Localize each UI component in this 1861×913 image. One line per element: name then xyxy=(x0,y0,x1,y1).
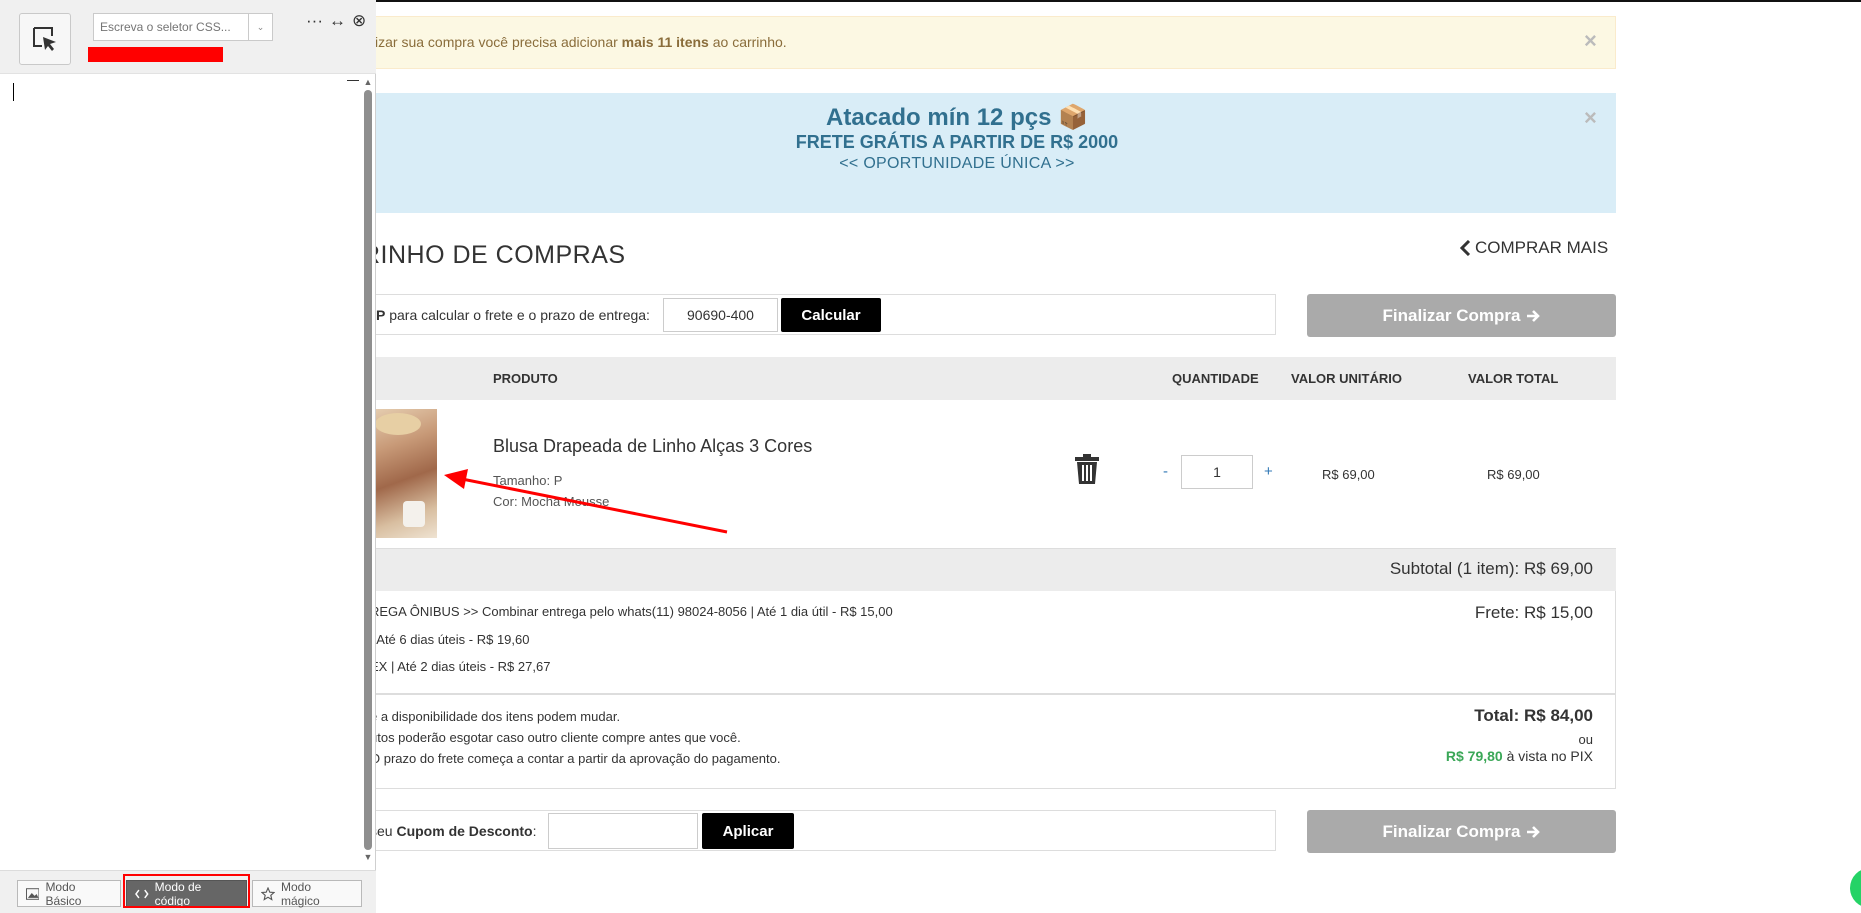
order-total: Total: R$ 84,00 xyxy=(1474,706,1593,725)
more-options-icon[interactable]: ··· xyxy=(306,11,323,31)
image-icon xyxy=(26,887,40,900)
scroll-up-icon[interactable]: ▲ xyxy=(362,77,374,87)
note-line: e a disponibilidade dos itens podem muda… xyxy=(370,709,621,724)
note-line: O prazo do frete começa a contar a parti… xyxy=(370,751,781,766)
page-title: RINHO DE COMPRAS xyxy=(362,241,626,269)
promo-opportunity: << OPORTUNIDADE ÚNICA >> xyxy=(839,155,1075,172)
chevron-down-icon[interactable]: ⌄ xyxy=(248,14,272,40)
alert-text: izar sua compra você precisa adicionar m… xyxy=(375,34,787,50)
subtotal-text: Subtotal (1 item): R$ 69,00 xyxy=(1389,559,1593,578)
product-name[interactable]: Blusa Drapeada de Linho Alças 3 Cores xyxy=(493,436,812,457)
alert-close-icon[interactable]: × xyxy=(1584,28,1597,54)
finalize-label: Finalizar Compra xyxy=(1382,821,1521,841)
text-caret xyxy=(13,83,14,101)
note-line: utos poderão esgotar caso outro cliente … xyxy=(370,730,741,745)
apply-coupon-button[interactable]: Aplicar xyxy=(702,813,794,849)
mode-magic-button[interactable]: Modo mágico xyxy=(252,879,362,908)
or-label: ou xyxy=(1578,732,1593,747)
quantity-increase-button[interactable]: + xyxy=(1264,463,1273,480)
quantity-decrease-button[interactable]: - xyxy=(1163,463,1168,480)
finalize-purchase-button-bottom[interactable]: Finalizar Compra xyxy=(1307,810,1616,853)
scroll-marker xyxy=(347,80,359,81)
buy-more-label: COMPRAR MAIS xyxy=(1475,238,1609,257)
trash-icon[interactable] xyxy=(1074,453,1100,485)
item-total-price: R$ 69,00 xyxy=(1487,467,1540,482)
coupon-label: seu Cupom de Desconto: xyxy=(370,823,537,839)
resize-panel-icon[interactable]: ↔ xyxy=(329,11,346,31)
header-quantity: QUANTIDADE xyxy=(1172,371,1259,386)
shipping-option[interactable]: REGA ÔNIBUS >> Combinar entrega pelo wha… xyxy=(370,604,893,619)
quantity-input[interactable] xyxy=(1181,455,1253,489)
promo-subtitle: FRETE GRÁTIS A PARTIR DE R$ 2000 xyxy=(795,132,1119,152)
finalize-label: Finalizar Compra xyxy=(1382,305,1521,325)
shipping-option[interactable]: EX | Até 2 dias úteis - R$ 27,67 xyxy=(370,659,550,674)
scrollbar-thumb[interactable] xyxy=(364,90,372,850)
cep-input[interactable] xyxy=(663,298,778,332)
whatsapp-chat-button[interactable] xyxy=(1850,868,1861,908)
css-selector-input[interactable] xyxy=(94,15,249,39)
promo-close-icon[interactable]: × xyxy=(1584,105,1597,131)
scroll-down-icon[interactable]: ▼ xyxy=(362,852,374,862)
header-product: PRODUTO xyxy=(493,371,558,386)
css-editor-panel: ⌄ ··· ↔ ⊗ ▲ ▼ Modo Básico Modo de código… xyxy=(0,0,376,913)
shipping-option[interactable]: | Até 6 dias úteis - R$ 19,60 xyxy=(370,632,529,647)
css-selector-field[interactable]: ⌄ xyxy=(93,13,273,41)
code-editor[interactable] xyxy=(0,75,346,865)
element-picker-button[interactable] xyxy=(19,13,71,65)
buy-more-link[interactable]: COMPRAR MAIS xyxy=(1460,238,1608,258)
header-unit-price: VALOR UNITÁRIO xyxy=(1291,371,1402,386)
minimum-items-alert: izar sua compra você precisa adicionar m… xyxy=(346,16,1616,69)
coupon-input[interactable] xyxy=(548,813,698,849)
mode-basic-label: Modo Básico xyxy=(45,879,82,908)
finalize-purchase-button-top[interactable]: Finalizar Compra xyxy=(1307,294,1616,337)
calculate-shipping-button[interactable]: Calcular xyxy=(781,298,881,332)
arrow-right-icon xyxy=(1527,309,1541,322)
annotation-highlight-box xyxy=(123,874,250,908)
cursor-select-icon xyxy=(33,27,56,51)
mode-magic-label: Modo mágico xyxy=(281,879,320,908)
item-unit-price: R$ 69,00 xyxy=(1322,467,1375,482)
cep-label: P para calcular o frete e o prazo de ent… xyxy=(376,307,650,323)
shipping-cost: Frete: R$ 15,00 xyxy=(1474,603,1593,622)
redaction-bar xyxy=(88,47,223,62)
mode-basic-button[interactable]: Modo Básico xyxy=(17,879,121,908)
header-total-price: VALOR TOTAL xyxy=(1468,371,1559,386)
chevron-left-icon xyxy=(1460,240,1471,256)
star-icon xyxy=(261,886,275,901)
annotation-arrow xyxy=(444,469,728,534)
arrow-right-icon xyxy=(1527,825,1541,838)
promo-title: Atacado mín 12 pçs 📦 xyxy=(826,104,1088,131)
close-panel-icon[interactable]: ⊗ xyxy=(352,11,366,31)
pix-price-line: R$ 79,80 à vista no PIX xyxy=(1445,748,1593,764)
